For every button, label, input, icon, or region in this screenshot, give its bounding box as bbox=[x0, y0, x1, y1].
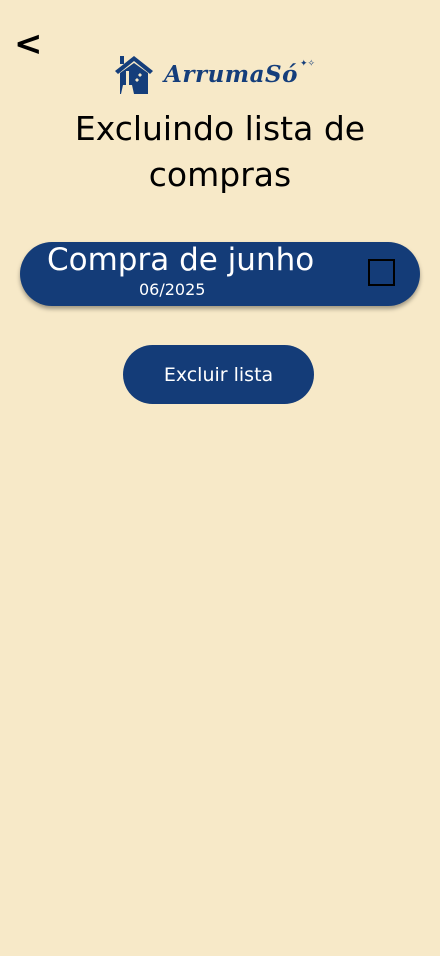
list-item[interactable]: Compra de junho 06/2025 bbox=[20, 242, 420, 306]
delete-list-button[interactable]: Excluir lista bbox=[123, 345, 314, 404]
back-button[interactable]: < bbox=[14, 24, 43, 64]
house-broom-icon bbox=[115, 56, 153, 94]
sparkle-icon: ✦✧ bbox=[300, 59, 316, 69]
page-title: Excluindo lista de compras bbox=[74, 109, 366, 194]
list-item-name: Compra de junho bbox=[47, 242, 315, 278]
list-item-date: 06/2025 bbox=[139, 280, 206, 299]
select-checkbox[interactable] bbox=[368, 259, 395, 286]
app-logo: ArrumaSó ✦✧ bbox=[112, 53, 321, 95]
logo-text: ArrumaSó bbox=[164, 60, 298, 88]
